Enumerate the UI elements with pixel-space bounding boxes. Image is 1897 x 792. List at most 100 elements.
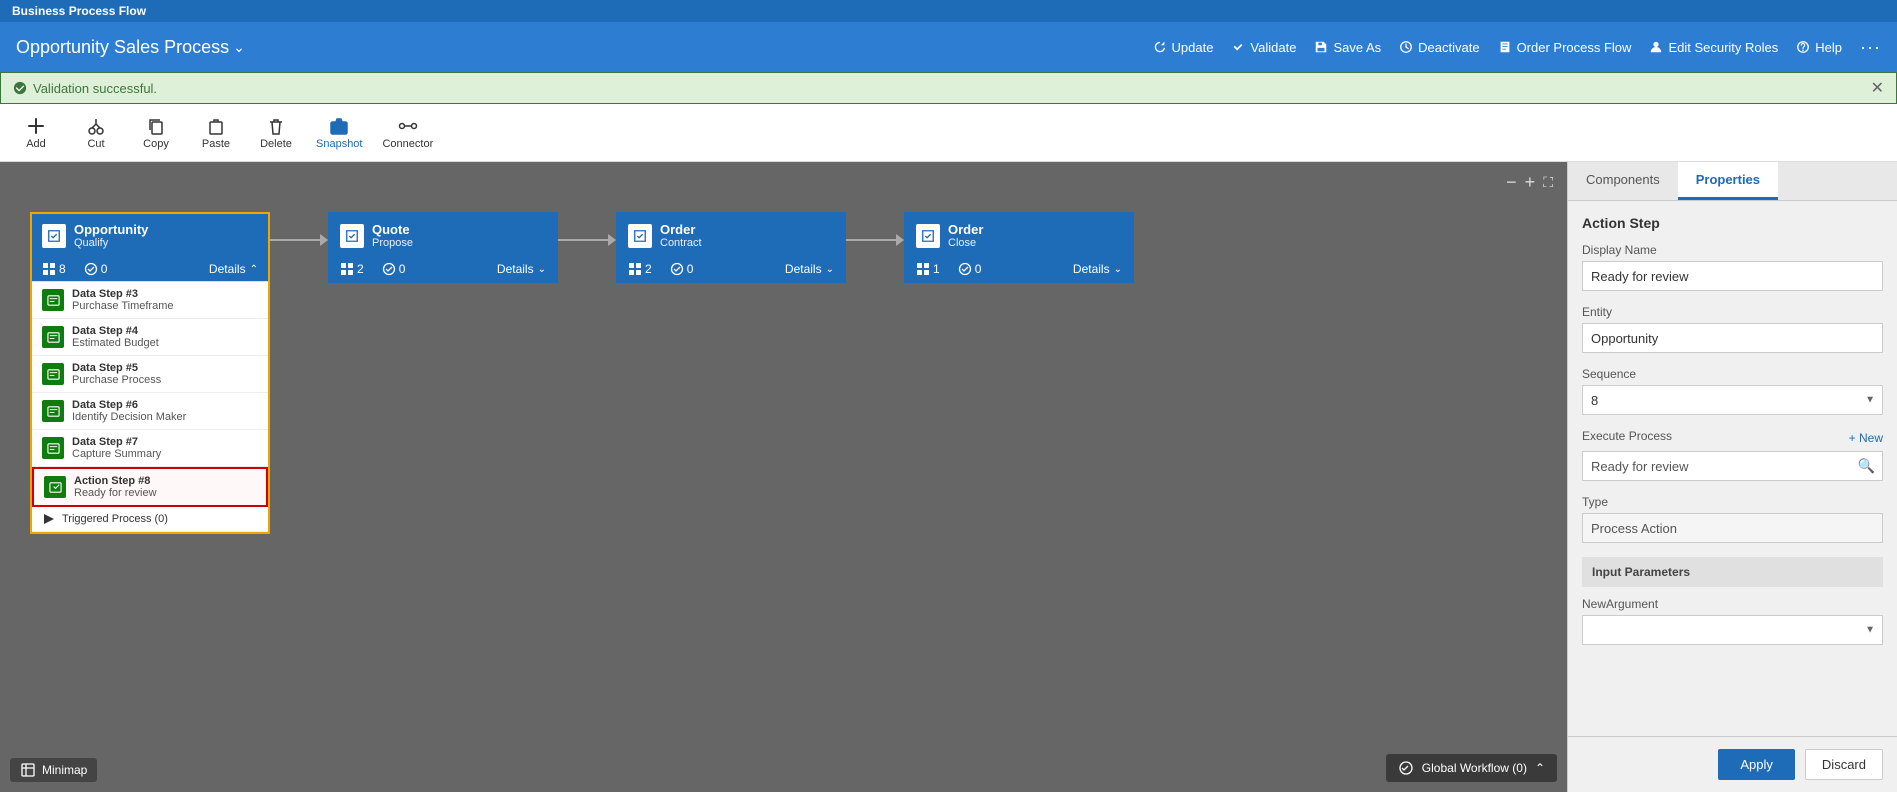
contract-chevron-icon: ⌄ xyxy=(826,264,834,275)
order-process-flow-button[interactable]: Order Process Flow xyxy=(1498,40,1632,55)
arrow-1-2 xyxy=(270,234,328,246)
validation-close-icon[interactable]: ✕ xyxy=(1871,78,1884,98)
header-left: Opportunity Sales Process ⌄ xyxy=(16,37,245,58)
display-name-group: Display Name xyxy=(1582,243,1883,291)
title-bar-text: Business Process Flow xyxy=(12,4,146,18)
update-button[interactable]: Update xyxy=(1153,40,1214,55)
step-3-icon xyxy=(42,289,64,311)
step-6[interactable]: Data Step #6 Identify Decision Maker xyxy=(32,393,268,430)
step-4-icon xyxy=(42,326,64,348)
tab-properties[interactable]: Properties xyxy=(1678,162,1778,200)
step-7[interactable]: Data Step #7 Capture Summary xyxy=(32,430,268,467)
minimap-bar[interactable]: Minimap xyxy=(10,758,97,782)
stage-propose-wrapper: Quote Propose 2 0 xyxy=(328,212,558,283)
contract-details-button[interactable]: Details ⌄ xyxy=(785,262,834,276)
connector-button[interactable]: Connector xyxy=(382,116,433,150)
global-chevron-icon[interactable]: ⌃ xyxy=(1535,761,1545,775)
sequence-select[interactable]: 8 xyxy=(1582,385,1883,415)
stage-contract-header: Order Contract xyxy=(618,214,844,257)
new-argument-wrapper: ▼ xyxy=(1582,615,1883,645)
toolbar: Add Cut Copy Paste Delete Snapshot Conne… xyxy=(0,104,1897,162)
apply-button[interactable]: Apply xyxy=(1718,749,1795,780)
stage-propose-icon xyxy=(340,224,364,248)
propose-chevron-icon: ⌄ xyxy=(538,264,546,275)
display-name-input[interactable] xyxy=(1582,261,1883,291)
stage-close[interactable]: Order Close 1 0 xyxy=(904,212,1134,283)
delete-button[interactable]: Delete xyxy=(256,116,296,150)
save-as-button[interactable]: Save As xyxy=(1314,40,1381,55)
step-4-text: Data Step #4 Estimated Budget xyxy=(72,325,159,349)
copy-button[interactable]: Copy xyxy=(136,116,176,150)
minimap-label: Minimap xyxy=(42,763,87,777)
close-chevron-icon: ⌄ xyxy=(1114,264,1122,275)
canvas[interactable]: − + ⛶ Opportunity Qualify xyxy=(0,162,1567,792)
display-name-label: Display Name xyxy=(1582,243,1883,257)
step-3-text: Data Step #3 Purchase Timeframe xyxy=(72,288,173,312)
discard-button[interactable]: Discard xyxy=(1805,749,1883,780)
stage-contract-wrapper: Order Contract 2 0 xyxy=(616,212,846,283)
entity-input[interactable] xyxy=(1582,323,1883,353)
title-bar: Business Process Flow xyxy=(0,0,1897,22)
panel-content: Action Step Display Name Entity Sequence… xyxy=(1568,201,1897,736)
stage-close-footer: 1 0 Details ⌄ xyxy=(906,257,1132,281)
minimap-icon xyxy=(20,762,36,778)
add-button[interactable]: Add xyxy=(16,116,56,150)
step-5[interactable]: Data Step #5 Purchase Process xyxy=(32,356,268,393)
type-group: Type xyxy=(1582,495,1883,543)
validation-bar: Validation successful. ✕ xyxy=(0,72,1897,104)
panel-tabs: Components Properties xyxy=(1568,162,1897,201)
steps-list: Data Step #3 Purchase Timeframe Data Ste… xyxy=(32,281,268,532)
tab-components[interactable]: Components xyxy=(1568,162,1678,200)
execute-process-new-link[interactable]: + New xyxy=(1849,431,1883,445)
stage-qualify-header: Opportunity Qualify xyxy=(32,214,268,257)
execute-process-search-icon: 🔍 xyxy=(1858,458,1875,475)
entity-group: Entity xyxy=(1582,305,1883,353)
stage-propose-text: Quote Propose xyxy=(372,222,413,249)
paste-button[interactable]: Paste xyxy=(196,116,236,150)
header: Opportunity Sales Process ⌄ Update Valid… xyxy=(0,22,1897,72)
step-7-text: Data Step #7 Capture Summary xyxy=(72,436,161,460)
qualify-details-button[interactable]: Details ⌃ xyxy=(209,262,258,276)
cut-button[interactable]: Cut xyxy=(76,116,116,150)
deactivate-button[interactable]: Deactivate xyxy=(1399,40,1479,55)
execute-process-header: Execute Process + New xyxy=(1582,429,1883,447)
main-area: − + ⛶ Opportunity Qualify xyxy=(0,162,1897,792)
title-chevron-icon[interactable]: ⌄ xyxy=(233,39,245,56)
stage-close-header: Order Close xyxy=(906,214,1132,257)
execute-process-search-input[interactable] xyxy=(1582,451,1883,481)
execute-process-label: Execute Process xyxy=(1582,429,1672,443)
stage-qualify[interactable]: Opportunity Qualify 8 0 xyxy=(30,212,270,534)
stage-close-icon xyxy=(916,224,940,248)
sequence-group: Sequence 8 ▼ xyxy=(1582,367,1883,415)
more-button[interactable]: ··· xyxy=(1860,37,1881,58)
help-button[interactable]: Help xyxy=(1796,40,1842,55)
global-workflow-label: Global Workflow (0) xyxy=(1422,761,1527,775)
arrow-2-3 xyxy=(558,234,616,246)
step-8-action[interactable]: Action Step #8 Ready for review xyxy=(32,467,268,507)
triggered-process-row[interactable]: Triggered Process (0) xyxy=(32,507,268,532)
validate-button[interactable]: Validate xyxy=(1231,40,1296,55)
step-3[interactable]: Data Step #3 Purchase Timeframe xyxy=(32,282,268,319)
new-argument-input[interactable] xyxy=(1582,615,1883,645)
step-4[interactable]: Data Step #4 Estimated Budget xyxy=(32,319,268,356)
app-title[interactable]: Opportunity Sales Process xyxy=(16,37,229,58)
validation-message: Validation successful. xyxy=(13,81,157,96)
stage-contract[interactable]: Order Contract 2 0 xyxy=(616,212,846,283)
stage-close-text: Order Close xyxy=(948,222,983,249)
panel-footer: Apply Discard xyxy=(1568,736,1897,792)
sequence-wrapper: 8 ▼ xyxy=(1582,385,1883,415)
edit-security-roles-button[interactable]: Edit Security Roles xyxy=(1649,40,1778,55)
close-details-button[interactable]: Details ⌄ xyxy=(1073,262,1122,276)
execute-process-search-wrapper: 🔍 xyxy=(1582,451,1883,481)
global-workflow-bar[interactable]: Global Workflow (0) ⌃ xyxy=(1386,754,1557,782)
propose-details-button[interactable]: Details ⌄ xyxy=(497,262,546,276)
stage-qualify-text: Opportunity Qualify xyxy=(74,222,148,249)
execute-process-group: Execute Process + New 🔍 xyxy=(1582,429,1883,481)
stage-contract-icon xyxy=(628,224,652,248)
stage-propose[interactable]: Quote Propose 2 0 xyxy=(328,212,558,283)
header-right: Update Validate Save As Deactivate Order… xyxy=(1153,37,1882,58)
snapshot-button[interactable]: Snapshot xyxy=(316,116,362,150)
stage-contract-footer: 2 0 Details ⌄ xyxy=(618,257,844,281)
type-input xyxy=(1582,513,1883,543)
stage-qualify-icon xyxy=(42,224,66,248)
